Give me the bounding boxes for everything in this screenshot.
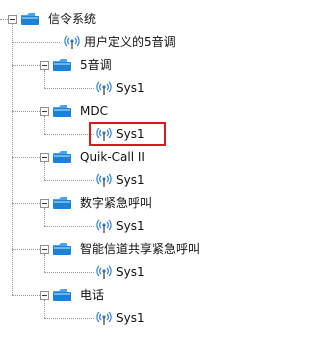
folder-icon: [53, 151, 71, 163]
tree-connector-line: [44, 300, 45, 318]
tree-folder-label[interactable]: 5音调: [80, 57, 112, 73]
tree-connector-line: [44, 254, 45, 272]
collapse-toggle-icon[interactable]: [40, 61, 49, 70]
antenna-signal-icon: [96, 219, 112, 233]
tree-item-label[interactable]: 用户定义的5音调: [84, 34, 176, 50]
tree-leaf-label[interactable]: Sys1: [116, 264, 145, 280]
folder-icon: [53, 105, 71, 117]
tree-connector-line: [12, 65, 40, 66]
tree-leaf-label[interactable]: Sys1: [116, 172, 145, 188]
antenna-signal-icon: [96, 265, 112, 279]
tree-connector-line: [44, 180, 94, 181]
signaling-tree: 信令系统 用户定义的5音调 5音调 Sys1 MDC Sys1 Quik-Call II Sy…: [0, 0, 241, 347]
folder-icon: [53, 197, 71, 209]
folder-icon: [53, 289, 71, 301]
tree-connector-line: [12, 111, 40, 112]
collapse-toggle-icon[interactable]: [40, 245, 49, 254]
tree-connector-line: [44, 70, 45, 88]
tree-connector-line: [12, 203, 40, 204]
tree-connector-line: [12, 24, 13, 295]
antenna-signal-icon: [96, 311, 112, 325]
tree-connector-line: [12, 249, 40, 250]
tree-connector-line: [12, 295, 40, 296]
tree-root-label[interactable]: 信令系统: [48, 11, 96, 27]
tree-leaf-label[interactable]: Sys1: [116, 218, 145, 234]
tree-connector-line: [0, 19, 8, 20]
tree-connector-line: [44, 88, 94, 89]
selection-highlight: [89, 122, 166, 146]
folder-icon: [53, 59, 71, 71]
antenna-signal-icon: [96, 81, 112, 95]
tree-folder-label[interactable]: Quik-Call II: [80, 149, 145, 165]
tree-connector-line: [12, 42, 60, 43]
collapse-toggle-icon[interactable]: [40, 153, 49, 162]
tree-folder-label[interactable]: 智能信道共享紧急呼叫: [80, 241, 200, 257]
tree-folder-label[interactable]: 电话: [80, 287, 104, 303]
collapse-toggle-icon[interactable]: [40, 199, 49, 208]
tree-connector-line: [12, 157, 40, 158]
collapse-toggle-icon[interactable]: [8, 15, 17, 24]
tree-connector-line: [44, 318, 94, 319]
tree-connector-line: [44, 162, 45, 180]
folder-icon: [53, 243, 71, 255]
tree-connector-line: [44, 116, 45, 134]
tree-leaf-label[interactable]: Sys1: [116, 310, 145, 326]
tree-folder-label[interactable]: 数字紧急呼叫: [80, 195, 152, 211]
tree-folder-label[interactable]: MDC: [80, 103, 108, 119]
folder-icon: [21, 13, 39, 25]
collapse-toggle-icon[interactable]: [40, 107, 49, 116]
tree-connector-line: [44, 208, 45, 226]
tree-connector-line: [44, 226, 94, 227]
tree-connector-line: [44, 272, 94, 273]
collapse-toggle-icon[interactable]: [40, 291, 49, 300]
tree-connector-line: [44, 134, 94, 135]
antenna-signal-icon: [64, 35, 80, 49]
tree-leaf-label[interactable]: Sys1: [116, 80, 145, 96]
antenna-signal-icon: [96, 173, 112, 187]
